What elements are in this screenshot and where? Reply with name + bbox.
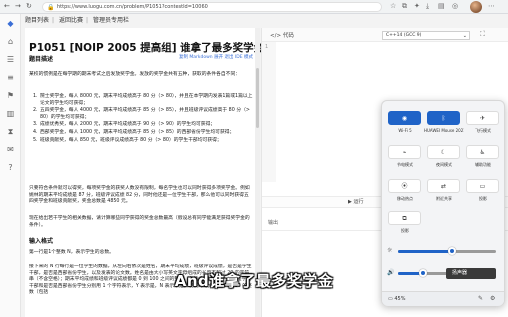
list-item: 5. 班级贡献奖，每人 850 元，班级评议成绩高于 80 分（> 80）的学生干… (33, 137, 222, 143)
line-number: 1 (265, 44, 269, 50)
battery-saver-icon: ⌁ (402, 149, 407, 156)
browser-toolbar: ← → ↻ 🔒 https://www.luogu.com.cn/problem… (0, 0, 508, 14)
back-arrow-icon[interactable]: ← (4, 2, 10, 11)
quick-tile-night-light[interactable]: ☾ (427, 145, 460, 159)
section-title-input: 输入格式 (29, 238, 54, 245)
ranking-icon[interactable]: ▥ (5, 108, 16, 119)
night-light-icon: ☾ (440, 149, 447, 156)
avatar[interactable] (470, 1, 482, 13)
breadcrumb-item-contest[interactable]: 返回比赛 (59, 17, 83, 24)
quick-tile-label: 节电模式 (397, 162, 413, 167)
brightness-icon: ☼ (387, 247, 393, 254)
problems-icon[interactable]: ☰ (5, 54, 16, 65)
breadcrumb-separator: | (85, 17, 89, 24)
intro-paragraph: 某校的惯例是在每学期的期末考试之后发放奖学金。发放的奖学金共有五种，获取的条件各… (29, 72, 241, 77)
pencil-icon[interactable]: ✎ (478, 295, 483, 302)
url-text[interactable]: https://www.luogu.com.cn/problem/P1051?c… (57, 3, 208, 12)
section-header-bar: 题目描述 复制 Markdown 展开 退出 IDE 模式 (29, 54, 255, 63)
home-icon[interactable]: ⌂ (5, 36, 16, 47)
list-item: 1. 院士奖学金，每人 8000 元，期末平均成绩高于 80 分（> 80），并且… (33, 94, 253, 106)
line-gutter: 1 (262, 42, 276, 182)
collections-icon[interactable]: ▤ (438, 2, 445, 11)
nearby-share-icon: ⇄ (440, 183, 447, 190)
section-title-description: 题目描述 (29, 56, 54, 63)
quick-tile-battery-saver[interactable]: ⌁ (388, 145, 421, 159)
list-icon[interactable]: ≡ (5, 72, 16, 83)
bluetooth-icon: ᛒ (441, 115, 446, 122)
airplane-icon: ✈ (479, 115, 486, 122)
profile-sync-icon[interactable]: ◎ (452, 2, 458, 11)
record-icon[interactable]: ⧗ (5, 126, 16, 137)
logo-icon[interactable]: ◆ (5, 18, 16, 29)
quick-tile-label: HUAWEI Mouse 2021 (424, 128, 464, 133)
gear-icon[interactable]: ⚙ (490, 295, 495, 302)
puzzle-icon[interactable]: ✦ (414, 2, 420, 11)
accessibility-icon: ♿ (479, 149, 486, 156)
quick-tile-label: 附近共享 (436, 196, 452, 201)
breadcrumb: 题目列表 | 返回比赛 | 管理员专用栏 (25, 15, 265, 27)
wifi-icon: ◉ (401, 115, 408, 122)
extension-icon[interactable]: ⧉ (402, 2, 407, 11)
forward-arrow-icon[interactable]: → (15, 2, 21, 11)
list-item: 4. 西部奖学金，每人 1000 元，期末平均成绩高于 85 分（> 85）的西部… (33, 129, 235, 135)
quick-tile-cast[interactable]: ▭ (466, 179, 499, 193)
lock-icon: 🔒 (47, 4, 55, 11)
download-icon[interactable]: ⤓ (426, 2, 429, 11)
page-title: P1051 [NOIP 2005 提高组] 谁拿了最多奖学金 (29, 42, 265, 54)
run-button[interactable]: ▶ 运行 (348, 198, 363, 205)
breadcrumb-separator: | (52, 17, 55, 24)
quick-tile-airplane[interactable]: ✈ (466, 111, 499, 125)
cast-icon: ▭ (479, 183, 486, 190)
quick-tile-label: 飞行模式 (475, 128, 491, 133)
hotspot-icon: ⦿ (401, 183, 408, 190)
task-paragraph: 现在给出若干学生的相关数据，请计算哪些同学获得的奖金总数最高（假设总有同学能满足… (29, 216, 250, 228)
language-select[interactable]: C++14 (GCC 9) ⌄ (382, 31, 470, 40)
problem-action-links[interactable]: 复制 Markdown 展开 退出 IDE 模式 (179, 54, 253, 60)
screen: { "browser": { "url": "https://www.luogu… (0, 0, 508, 317)
breadcrumb-item-problems[interactable]: 题目列表 (25, 17, 49, 24)
help-icon[interactable]: ? (5, 162, 16, 173)
discuss-icon[interactable]: ✉ (5, 144, 16, 155)
quick-tile-label: 投影 (479, 196, 487, 201)
quick-tile-label: Wi-Fi 5 (398, 128, 412, 133)
fullscreen-icon[interactable]: ⛶ (480, 30, 485, 39)
editor-header: </> 代码 C++14 (GCC 9) ⌄ ⛶ (262, 28, 508, 42)
address-bar[interactable]: 🔒 https://www.luogu.com.cn/problem/P1051… (42, 2, 382, 12)
rules-paragraph: 只要符合条件就可以得奖，每项奖学金的获奖人数没有限制，每名学生也可以同时获得多项… (29, 186, 250, 205)
quick-tile-nearby-share[interactable]: ⇄ (427, 179, 460, 193)
input-line-1: 第一行是1个整数 N，表示学生的总数。 (29, 250, 114, 255)
brightness-knob[interactable] (447, 247, 456, 255)
quick-tile-project[interactable]: ⧉ (388, 211, 421, 225)
star-icon[interactable]: ☆ (390, 2, 396, 11)
code-label: </> 代码 (270, 33, 294, 39)
quick-tile-label: 辅助功能 (475, 162, 491, 167)
battery-status[interactable]: ▭ 45% (388, 296, 405, 302)
quick-tile-accessibility[interactable]: ♿ (466, 145, 499, 159)
menu-icon[interactable]: ⋯ (488, 2, 495, 11)
reload-icon[interactable]: ↻ (26, 2, 32, 11)
brightness-fill (398, 250, 452, 253)
scholarship-list: 1. 院士奖学金，每人 8000 元，期末平均成绩高于 80 分（> 80），并且… (33, 94, 253, 145)
quick-settings-footer: ▭ 45% ✎ ⚙ (382, 291, 504, 306)
scrollbar-thumb[interactable] (256, 68, 259, 128)
quick-tile-label: 投影 (401, 228, 409, 233)
project-icon: ⧉ (402, 215, 407, 222)
video-subtitle: And谁拿了最多奖学金 (174, 272, 334, 290)
contest-icon[interactable]: ⚑ (5, 90, 16, 101)
list-item: 3. 成绩优秀奖，每人 2000 元，期末平均成绩高于 90 分（> 90）的学生… (33, 122, 216, 128)
brightness-slider[interactable] (398, 247, 496, 255)
quick-tile-hotspot[interactable]: ⦿ (388, 179, 421, 193)
quick-tile-bluetooth[interactable]: ᛒ (427, 111, 460, 125)
chevron-down-icon: ⌄ (462, 33, 467, 39)
quick-tile-label: 移动热点 (397, 196, 413, 201)
breadcrumb-item-admin[interactable]: 管理员专用栏 (93, 17, 129, 24)
list-item: 2. 五四奖学金，每人 4000 元，期末平均成绩高于 85 分（> 85），并且… (33, 108, 250, 120)
quick-tile-wifi[interactable]: ◉ (388, 111, 421, 125)
quick-tile-label: 夜间模式 (436, 162, 452, 167)
